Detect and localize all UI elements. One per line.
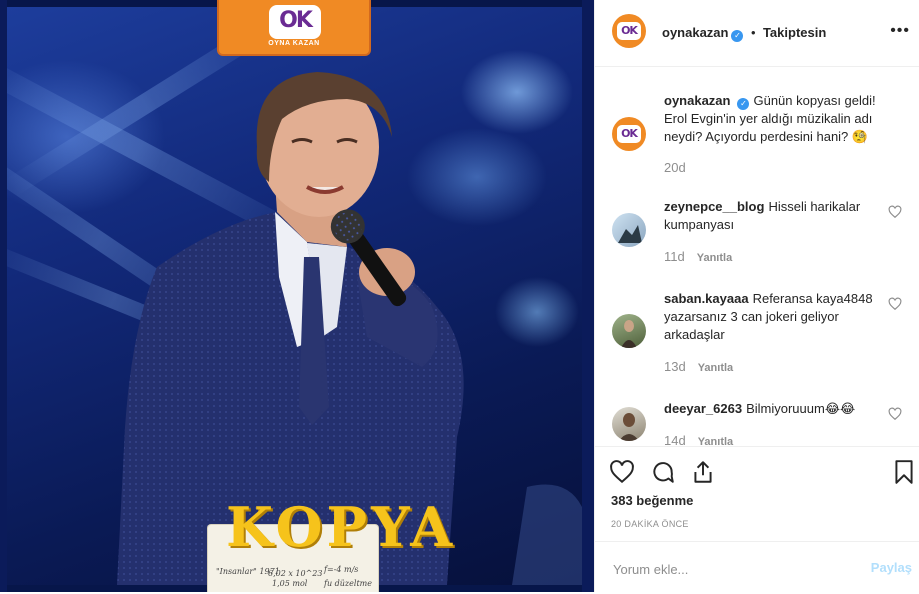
comment-username[interactable]: zeynepce__blog <box>664 199 764 214</box>
logo-text: OK <box>279 8 313 33</box>
comment-form: Paylaş <box>595 541 919 594</box>
caption: oynakazan ✓ Günün kopyası geldi! Erol Evgi… <box>664 92 884 146</box>
comment-avatar[interactable] <box>612 407 646 441</box>
comment-item: deeyar_6263 Bilmiyoruuum😂😂 <box>664 400 884 418</box>
reply-button[interactable]: Yanıtla <box>697 252 732 264</box>
post-header: OK oynakazan ✓ • Takiptesin ••• <box>595 0 919 67</box>
verified-icon: ✓ <box>731 30 744 42</box>
post-actions: 383 beğenme 20 DAKİKA ÖNCE Paylaş <box>595 446 919 593</box>
kopya-scribble-3: 1,05 mol <box>272 579 308 588</box>
comment-avatar[interactable] <box>612 314 646 348</box>
comment-username[interactable]: deeyar_6263 <box>664 401 742 416</box>
kopya-badge: KOPYA "Insanlar" 1971 6,02 x 10^23 1,05 … <box>208 495 452 592</box>
post-media[interactable]: OK OYNA KAZAN KOPYA "Insanlar" 1971 6,02… <box>0 0 594 592</box>
comment-meta: 11d Yanıtla <box>664 249 732 264</box>
comment-avatar[interactable] <box>612 213 646 247</box>
post-side-panel: OK oynakazan ✓ • Takiptesin ••• OK oynaka… <box>594 0 919 592</box>
separator-dot: • <box>750 25 756 40</box>
reply-button[interactable]: Yanıtla <box>698 436 733 445</box>
likes-count[interactable]: 383 beğenme <box>611 493 693 508</box>
comment-like-heart-icon[interactable] <box>888 297 902 311</box>
share-icon[interactable] <box>690 459 716 485</box>
verified-icon: ✓ <box>737 98 750 110</box>
author-avatar[interactable]: OK <box>612 14 646 48</box>
post-time-ago: 20 DAKİKA ÖNCE <box>611 519 689 529</box>
author-username[interactable]: oynakazan <box>662 25 728 40</box>
more-options-icon[interactable]: ••• <box>890 22 910 40</box>
frame-left-border <box>0 0 7 592</box>
caption-avatar[interactable]: OK <box>612 117 646 151</box>
post-comment-button[interactable]: Paylaş <box>871 560 912 575</box>
reply-button[interactable]: Yanıtla <box>698 362 733 374</box>
comments-list[interactable]: OK oynakazan ✓ Günün kopyası geldi! Erol E… <box>595 67 919 445</box>
comment-icon[interactable] <box>650 459 676 485</box>
comment-username[interactable]: saban.kayaaa <box>664 291 749 306</box>
logo-subtitle: OYNA KAZAN <box>268 40 320 47</box>
comment-meta: 14d Yanıtla <box>664 433 733 445</box>
logo-bubble: OK <box>269 5 321 39</box>
comment-item: zeynepce__blog Hisseli harikalar kumpanya… <box>664 198 884 234</box>
comment-time: 11d <box>664 249 685 264</box>
kopya-scribble-2: 6,02 x 10^23 <box>268 569 323 578</box>
comment-meta: 13d Yanıtla <box>664 359 733 374</box>
oynakazan-logo: OK OYNA KAZAN <box>217 0 371 56</box>
comment-like-heart-icon[interactable] <box>888 407 902 421</box>
kopya-scribble-5: fu düzeltme <box>324 579 372 588</box>
comment-time: 13d <box>664 359 686 374</box>
header-meta: oynakazan ✓ • Takiptesin <box>662 24 826 42</box>
frame-right-border <box>582 0 594 592</box>
comment-input[interactable] <box>611 556 855 582</box>
kopya-word: KOPYA <box>226 495 457 559</box>
comment-text: Bilmiyoruuum😂😂 <box>746 401 856 416</box>
follow-status-button[interactable]: Takiptesin <box>763 25 826 40</box>
kopya-scribble-4: f=-4 m/s <box>324 565 359 574</box>
comment-like-heart-icon[interactable] <box>888 205 902 219</box>
comment-item: saban.kayaaa Referansa kaya4848 yazarsanı… <box>664 290 884 344</box>
caption-time: 20d <box>664 160 686 175</box>
bookmark-icon[interactable] <box>891 459 917 485</box>
comment-time: 14d <box>664 433 686 445</box>
caption-username[interactable]: oynakazan <box>664 93 730 108</box>
heart-icon[interactable] <box>609 459 635 485</box>
